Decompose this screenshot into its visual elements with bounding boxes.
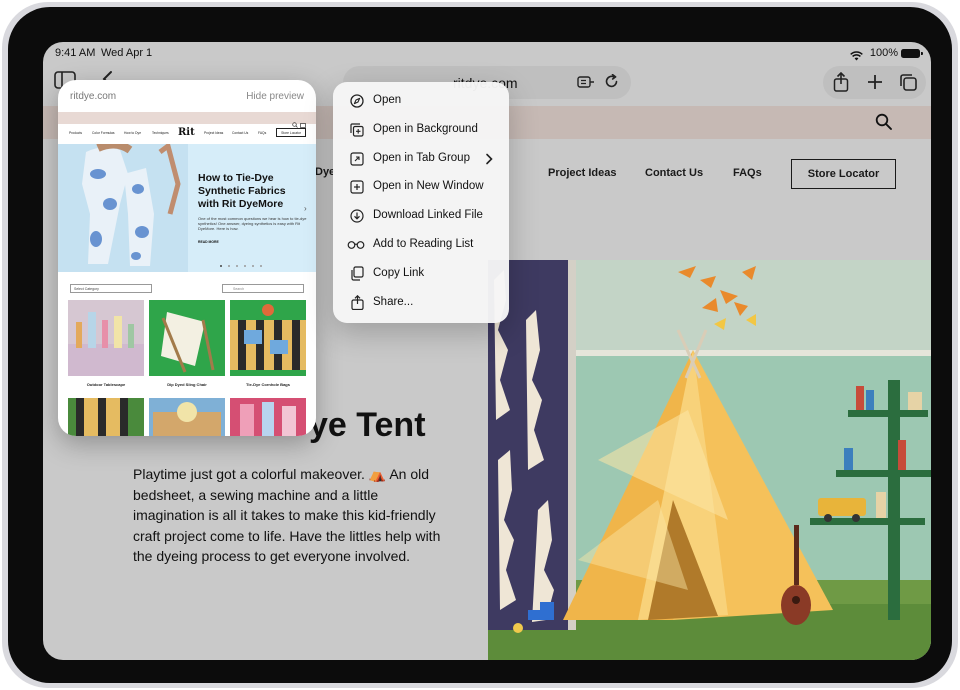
reload-icon[interactable] bbox=[604, 73, 619, 94]
menu-item-label: Share... bbox=[373, 295, 414, 308]
battery-icon bbox=[901, 49, 923, 58]
nav-link-project-ideas[interactable]: Project Ideas bbox=[548, 167, 616, 179]
menu-item-open[interactable]: Open bbox=[333, 86, 509, 115]
menu-item-label: Copy Link bbox=[373, 266, 425, 279]
ipad-frame: 9:41 AM Wed Apr 1 100% Dye Project Ideas… bbox=[2, 2, 958, 688]
nav-link-faqs[interactable]: FAQs bbox=[733, 167, 762, 179]
menu-item-label: Open in New Window bbox=[373, 180, 484, 193]
battery-percentage: 100% bbox=[869, 47, 898, 59]
wifi-icon bbox=[850, 48, 863, 66]
new-tab-icon[interactable] bbox=[867, 74, 883, 90]
page-menu-icon[interactable] bbox=[577, 75, 595, 94]
preview-card-image bbox=[230, 300, 306, 376]
compass-icon bbox=[348, 92, 366, 110]
link-preview[interactable]: ritdye.com Hide preview Products Color F… bbox=[58, 80, 316, 436]
preview-category-select: Select Category bbox=[70, 284, 152, 293]
ipad-bezel: 9:41 AM Wed Apr 1 100% Dye Project Ideas… bbox=[8, 7, 952, 683]
preview-top-bar bbox=[58, 112, 316, 124]
preview-hero-text: One of the most common questions we hear… bbox=[198, 216, 307, 231]
preview-nav-item: Project Ideas bbox=[204, 131, 224, 135]
preview-card-image bbox=[149, 300, 225, 376]
share-icon bbox=[348, 294, 366, 312]
open-background-icon bbox=[348, 121, 366, 139]
glasses-icon bbox=[345, 236, 367, 254]
chevron-right-icon bbox=[485, 152, 493, 170]
menu-item-copy-link[interactable]: Copy Link bbox=[333, 259, 509, 288]
new-window-icon bbox=[348, 178, 366, 196]
preview-card-title: Tie-Dye Cornhole Bags bbox=[246, 382, 290, 387]
menu-item-add-to-reading-list[interactable]: Add to Reading List bbox=[333, 230, 509, 259]
preview-logo: Rit bbox=[178, 127, 195, 138]
preview-domain: ritdye.com bbox=[70, 91, 117, 102]
share-icon[interactable] bbox=[833, 72, 849, 92]
article-body: Playtime just got a colorful makeover. ⛺… bbox=[133, 466, 441, 564]
preview-read-more: READ MORE bbox=[198, 240, 219, 244]
preview-card-title: Dip Dyed Sling Chair bbox=[167, 382, 207, 387]
preview-next-arrow-icon: › bbox=[304, 204, 307, 213]
copy-icon bbox=[348, 265, 366, 283]
menu-item-label: Download Linked File bbox=[373, 209, 483, 222]
preview-nav-item: Contact Us bbox=[232, 131, 249, 135]
status-date: Wed Apr 1 bbox=[101, 47, 153, 59]
preview-card-image bbox=[230, 398, 306, 436]
menu-item-download-linked-file[interactable]: Download Linked File bbox=[333, 201, 509, 230]
preview-nav-item: FAQs bbox=[258, 131, 267, 135]
site-search-icon[interactable] bbox=[875, 113, 893, 136]
tab-overview-icon[interactable] bbox=[899, 73, 918, 92]
preview-store-locator: Store Locator bbox=[276, 128, 306, 137]
link-context-menu: Open Open in Background Open in Tab Grou… bbox=[333, 82, 509, 323]
menu-item-share[interactable]: Share... bbox=[333, 288, 509, 317]
screen: 9:41 AM Wed Apr 1 100% Dye Project Ideas… bbox=[43, 42, 931, 660]
download-icon bbox=[348, 207, 366, 225]
preview-nav-item: Color Formulas bbox=[92, 131, 115, 135]
tab-group-icon bbox=[348, 150, 366, 168]
preview-card-image bbox=[68, 398, 144, 436]
status-time: 9:41 AM bbox=[55, 47, 96, 59]
menu-item-label: Add to Reading List bbox=[373, 238, 474, 250]
preview-nav-item: Products bbox=[69, 131, 83, 135]
preview-nav-item: How to Dye bbox=[124, 131, 142, 135]
preview-hero-title: How to Tie-Dye Synthetic Fabrics with Ri… bbox=[198, 172, 286, 210]
menu-item-open-in-background[interactable]: Open in Background bbox=[333, 115, 509, 144]
preview-carousel-dots bbox=[220, 265, 262, 267]
hide-preview-button[interactable]: Hide preview bbox=[246, 91, 304, 102]
preview-card-image bbox=[149, 398, 225, 436]
menu-item-open-in-new-window[interactable]: Open in New Window bbox=[333, 172, 509, 201]
preview-card-image bbox=[68, 300, 144, 376]
menu-item-open-in-tab-group[interactable]: Open in Tab Group bbox=[333, 144, 509, 173]
menu-item-label: Open in Tab Group bbox=[373, 151, 470, 164]
preview-nav-item: Techniques bbox=[152, 131, 169, 135]
nav-link-contact-us[interactable]: Contact Us bbox=[645, 167, 703, 179]
preview-search-field: Search bbox=[222, 284, 304, 293]
preview-hero-image bbox=[58, 140, 188, 272]
preview-card-title: Outdoor Tablescape bbox=[86, 382, 126, 387]
hero-image bbox=[488, 260, 931, 660]
store-locator-button[interactable]: Store Locator bbox=[791, 159, 896, 189]
article-title: ye Tent bbox=[309, 406, 426, 444]
menu-item-label: Open bbox=[373, 94, 402, 106]
menu-item-label: Open in Background bbox=[373, 122, 478, 135]
